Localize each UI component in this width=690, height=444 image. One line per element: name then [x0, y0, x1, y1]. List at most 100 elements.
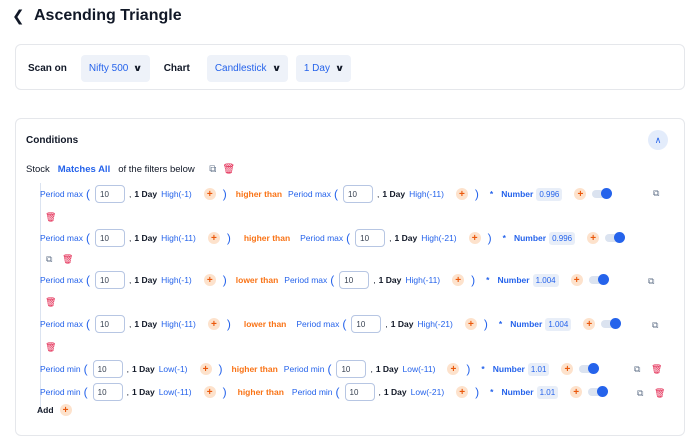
right-timeframe[interactable]: 1 Day: [376, 364, 399, 374]
left-timeframe[interactable]: 1 Day: [134, 319, 157, 329]
left-period-input[interactable]: 10: [95, 185, 125, 203]
right-function[interactable]: Period min: [292, 387, 333, 397]
multiply-operator[interactable]: *: [481, 364, 484, 374]
plus-icon[interactable]: +: [207, 232, 220, 244]
copy-icon[interactable]: ⧉: [652, 320, 658, 331]
left-field[interactable]: High(-1): [161, 275, 192, 285]
left-function[interactable]: Period max: [40, 319, 83, 329]
number-value[interactable]: 1.004: [545, 317, 572, 331]
plus-icon[interactable]: +: [203, 274, 216, 286]
left-timeframe[interactable]: 1 Day: [134, 189, 157, 199]
left-period-input[interactable]: 10: [92, 360, 123, 378]
multiply-operator[interactable]: *: [503, 233, 506, 243]
number-value[interactable]: 0.996: [549, 231, 576, 245]
right-field[interactable]: High(-11): [405, 275, 440, 285]
collapse-chevron-up-icon[interactable]: ∧: [648, 130, 668, 150]
plus-icon[interactable]: +: [468, 232, 481, 244]
operator[interactable]: higher than: [244, 233, 290, 243]
enable-toggle[interactable]: [605, 232, 626, 243]
right-timeframe[interactable]: 1 Day: [382, 189, 405, 199]
back-chevron-left-icon[interactable]: ❮: [12, 9, 26, 24]
left-function[interactable]: Period max: [40, 189, 83, 199]
plus-icon[interactable]: +: [587, 232, 600, 244]
plus-icon[interactable]: +: [455, 188, 468, 200]
operator[interactable]: higher than: [232, 364, 278, 374]
right-period-input[interactable]: 10: [336, 360, 367, 378]
plus-icon[interactable]: +: [570, 386, 583, 398]
trash-icon[interactable]: 🗑: [222, 163, 235, 175]
trash-icon[interactable]: 🗑: [45, 212, 56, 223]
right-field[interactable]: High(-21): [421, 233, 456, 243]
right-timeframe[interactable]: 1 Day: [391, 319, 414, 329]
enable-toggle[interactable]: [592, 188, 613, 199]
operator[interactable]: higher than: [236, 189, 282, 199]
right-field[interactable]: High(-11): [409, 189, 444, 199]
left-timeframe[interactable]: 1 Day: [134, 275, 157, 285]
copy-icon[interactable]: ⧉: [634, 364, 640, 375]
right-field[interactable]: High(-21): [417, 319, 452, 329]
enable-toggle[interactable]: [601, 318, 622, 329]
right-function[interactable]: Period max: [284, 275, 327, 285]
right-period-input[interactable]: 10: [339, 271, 370, 289]
operator[interactable]: lower than: [244, 319, 287, 329]
right-timeframe[interactable]: 1 Day: [395, 233, 418, 243]
right-period-input[interactable]: 10: [344, 383, 375, 401]
left-period-input[interactable]: 10: [95, 271, 125, 289]
right-period-input[interactable]: 10: [351, 315, 382, 333]
add-filter-plus-icon[interactable]: +: [59, 404, 72, 416]
copy-icon[interactable]: ⧉: [653, 188, 659, 199]
copy-icon[interactable]: ⧉: [207, 163, 219, 175]
right-field[interactable]: Low(-11): [403, 364, 436, 374]
plus-icon[interactable]: +: [570, 274, 583, 286]
number-value[interactable]: 1.01: [527, 362, 550, 376]
chart-type-dropdown[interactable]: Candlestick ∨: [206, 54, 288, 82]
timeframe-dropdown[interactable]: 1 Day ∨: [295, 54, 352, 82]
left-function[interactable]: Period max: [40, 275, 83, 285]
multiply-operator[interactable]: *: [490, 189, 493, 199]
plus-icon[interactable]: +: [561, 363, 574, 375]
right-function[interactable]: Period min: [284, 364, 325, 374]
operator[interactable]: higher than: [238, 387, 284, 397]
enable-toggle[interactable]: [588, 274, 609, 285]
trash-icon[interactable]: 🗑: [45, 297, 56, 308]
right-function[interactable]: Period max: [296, 319, 339, 329]
plus-icon[interactable]: +: [203, 188, 216, 200]
right-function[interactable]: Period max: [288, 189, 331, 199]
copy-icon[interactable]: ⧉: [46, 254, 52, 265]
trash-icon[interactable]: 🗑: [45, 342, 56, 353]
right-timeframe[interactable]: 1 Day: [384, 387, 407, 397]
copy-icon[interactable]: ⧉: [637, 388, 643, 399]
operator[interactable]: lower than: [236, 275, 279, 285]
right-period-input[interactable]: 10: [355, 229, 386, 247]
left-period-input[interactable]: 10: [95, 229, 125, 247]
left-field[interactable]: Low(-11): [159, 387, 192, 397]
copy-icon[interactable]: ⧉: [648, 276, 654, 287]
left-function[interactable]: Period min: [40, 364, 81, 374]
plus-icon[interactable]: +: [447, 363, 460, 375]
plus-icon[interactable]: +: [456, 386, 469, 398]
left-function[interactable]: Period max: [40, 233, 83, 243]
right-period-input[interactable]: 10: [343, 185, 374, 203]
trash-icon[interactable]: 🗑: [62, 254, 73, 265]
plus-icon[interactable]: +: [452, 274, 465, 286]
plus-icon[interactable]: +: [464, 318, 477, 330]
left-field[interactable]: High(-1): [161, 189, 192, 199]
left-period-input[interactable]: 10: [92, 383, 123, 401]
enable-toggle[interactable]: [579, 363, 600, 374]
right-function[interactable]: Period max: [300, 233, 343, 243]
right-timeframe[interactable]: 1 Day: [379, 275, 402, 285]
right-field[interactable]: Low(-21): [411, 387, 445, 397]
left-period-input[interactable]: 10: [95, 315, 125, 333]
left-field[interactable]: High(-11): [161, 319, 196, 329]
enable-toggle[interactable]: [588, 386, 609, 397]
multiply-operator[interactable]: *: [490, 387, 493, 397]
left-timeframe[interactable]: 1 Day: [132, 364, 155, 374]
plus-icon[interactable]: +: [203, 386, 216, 398]
left-timeframe[interactable]: 1 Day: [134, 233, 157, 243]
left-field[interactable]: Low(-1): [159, 364, 188, 374]
trash-icon[interactable]: 🗑: [651, 364, 662, 375]
left-timeframe[interactable]: 1 Day: [132, 387, 155, 397]
left-field[interactable]: High(-11): [161, 233, 196, 243]
multiply-operator[interactable]: *: [486, 275, 489, 285]
number-value[interactable]: 0.996: [536, 187, 563, 201]
